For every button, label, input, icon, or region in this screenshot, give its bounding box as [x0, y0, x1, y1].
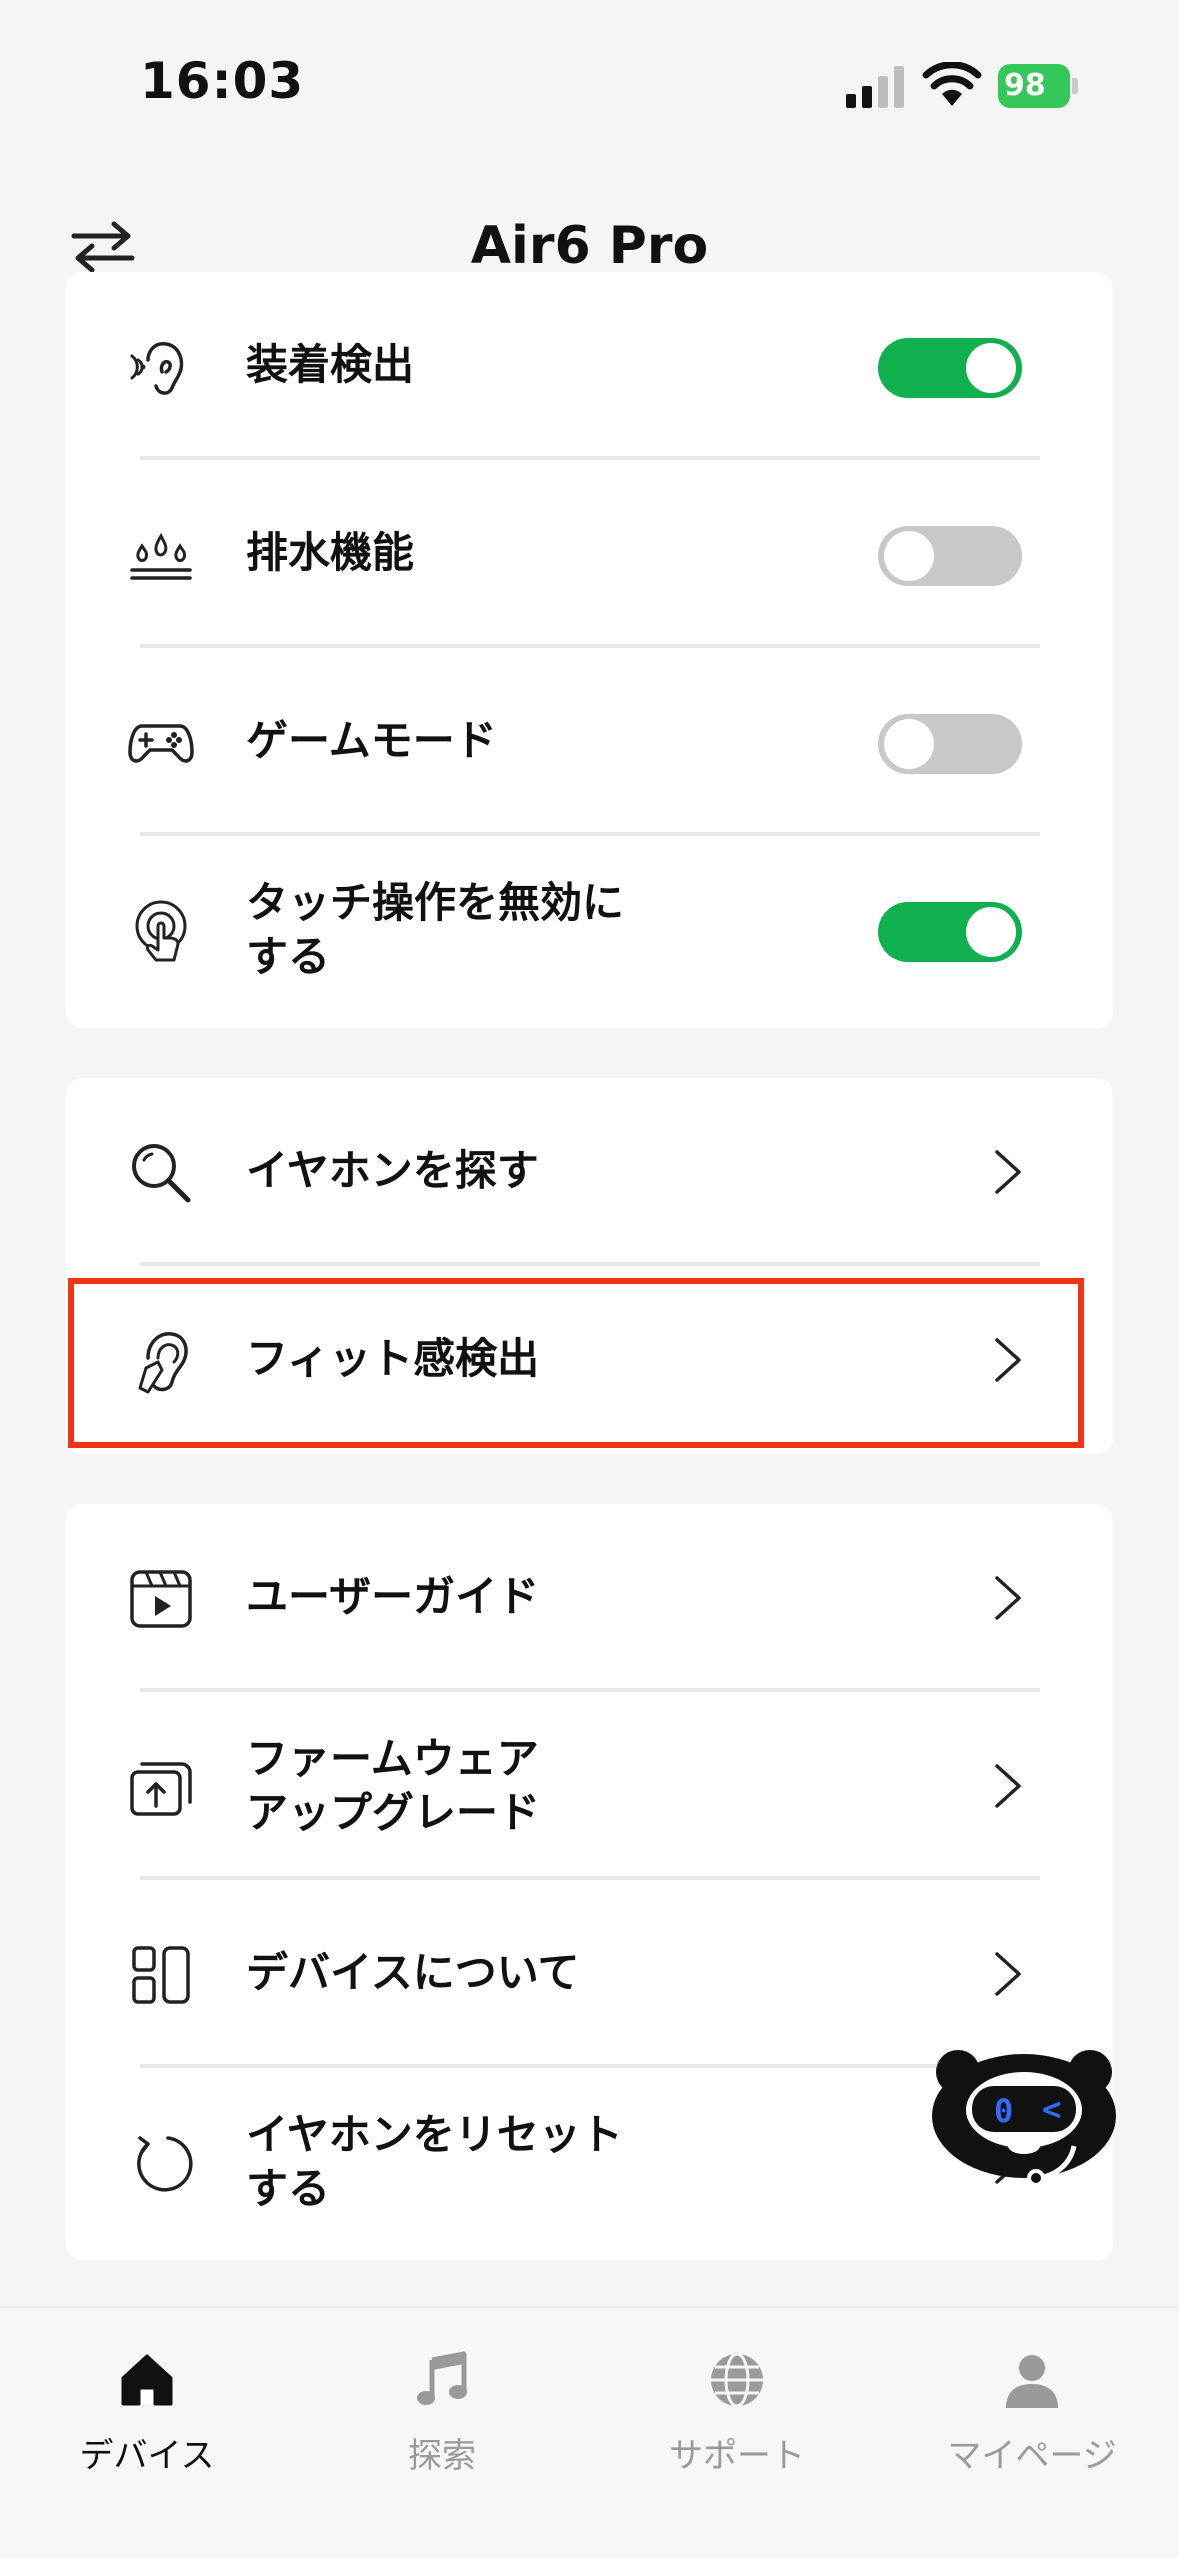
tab-devices[interactable]: デバイス — [0, 2308, 294, 2558]
tab-mypage[interactable]: マイページ — [885, 2308, 1179, 2558]
user-guide-row[interactable]: ユーザーガイド — [66, 1504, 1113, 1692]
firmware-upgrade-label-line1: ファームウェア — [246, 1734, 539, 1783]
toggle-knob — [884, 531, 934, 581]
drain-function-toggle[interactable] — [878, 526, 1022, 586]
panda-assistant-icon[interactable]: 0 < — [924, 2046, 1124, 2196]
reset-earbuds-label-line1: イヤホンをリセット — [246, 2110, 623, 2159]
status-bar: 16:03 98 — [0, 0, 1179, 170]
music-note-icon — [417, 2351, 467, 2405]
tab-mypage-label: マイページ — [947, 2436, 1117, 2476]
search-icon — [132, 1144, 191, 1203]
wear-detection-label: 装着検出 — [246, 340, 415, 389]
firmware-upgrade-label: ファームウェア アップグレード — [246, 1732, 540, 1840]
chevron-right-icon — [995, 1952, 1021, 1996]
tab-support[interactable]: サポート — [590, 2308, 884, 2558]
chevron-right-icon — [995, 1150, 1021, 1194]
about-device-row[interactable]: デバイスについて — [66, 1880, 1113, 2068]
battery-tip — [1072, 78, 1078, 94]
disable-touch-label: タッチ操作を無効に する — [246, 876, 624, 984]
upload-icon — [130, 1762, 192, 1816]
reset-earbuds-label: イヤホンをリセット する — [246, 2108, 623, 2216]
tab-explore[interactable]: 探索 — [295, 2308, 589, 2558]
find-earbuds-row[interactable]: イヤホンを探す — [66, 1078, 1113, 1266]
video-guide-icon — [130, 1570, 192, 1628]
reset-earbuds-label-line2: する — [246, 2164, 331, 2213]
wifi-icon — [922, 62, 982, 106]
gamepad-icon — [128, 724, 194, 763]
globe-icon — [711, 2352, 763, 2408]
game-mode-toggle[interactable] — [878, 714, 1022, 774]
user-guide-label: ユーザーガイド — [246, 1572, 540, 1621]
battery-indicator: 98 — [998, 64, 1078, 108]
firmware-upgrade-row[interactable]: ファームウェア アップグレード — [66, 1692, 1113, 1880]
svg-text:<: < — [1042, 2090, 1061, 2128]
person-icon — [1006, 2355, 1058, 2408]
cellular-signal-icon — [846, 66, 904, 108]
home-icon — [121, 2354, 173, 2406]
tab-bar: デバイス 探索 サポート マイページ — [0, 2306, 1179, 2558]
disable-touch-label-line2: する — [246, 932, 331, 981]
toggle-knob — [884, 719, 934, 769]
water-drops-icon — [130, 532, 192, 580]
tab-explore-label: 探索 — [408, 2436, 476, 2476]
tab-support-label: サポート — [669, 2436, 805, 2476]
disable-touch-toggle[interactable] — [878, 902, 1022, 962]
touch-gesture-icon — [135, 900, 187, 962]
device-grid-icon — [132, 1946, 190, 2004]
tab-devices-label: デバイス — [79, 2436, 215, 2476]
settings-card: 装着検出 排水機能 ゲームモード タッチ操作を無効に する — [66, 272, 1113, 1028]
disable-touch-label-line1: タッチ操作を無効に — [246, 878, 625, 927]
game-mode-label: ゲームモード — [246, 716, 497, 765]
find-earbuds-label: イヤホンを探す — [246, 1146, 539, 1195]
about-device-label: デバイスについて — [246, 1948, 580, 1997]
svg-text:0: 0 — [994, 2092, 1013, 2130]
chevron-right-icon — [995, 1576, 1021, 1620]
disable-touch-row: タッチ操作を無効に する — [66, 836, 1113, 1024]
game-mode-row: ゲームモード — [66, 648, 1113, 836]
drain-function-label: 排水機能 — [246, 528, 415, 577]
toggle-knob — [966, 907, 1016, 957]
wear-detection-row: 装着検出 — [66, 272, 1113, 460]
page-title: Air6 Pro — [470, 216, 709, 276]
battery-level: 98 — [998, 64, 1070, 108]
drain-function-row: 排水機能 — [66, 460, 1113, 648]
chevron-right-icon — [995, 1764, 1021, 1808]
status-time: 16:03 — [140, 52, 305, 110]
reset-icon — [137, 2136, 193, 2192]
toggle-knob — [966, 343, 1016, 393]
highlight-box — [68, 1278, 1084, 1448]
wear-detection-toggle[interactable] — [878, 338, 1022, 398]
ear-sound-icon — [130, 342, 184, 395]
firmware-upgrade-label-line2: アップグレード — [246, 1788, 541, 1837]
